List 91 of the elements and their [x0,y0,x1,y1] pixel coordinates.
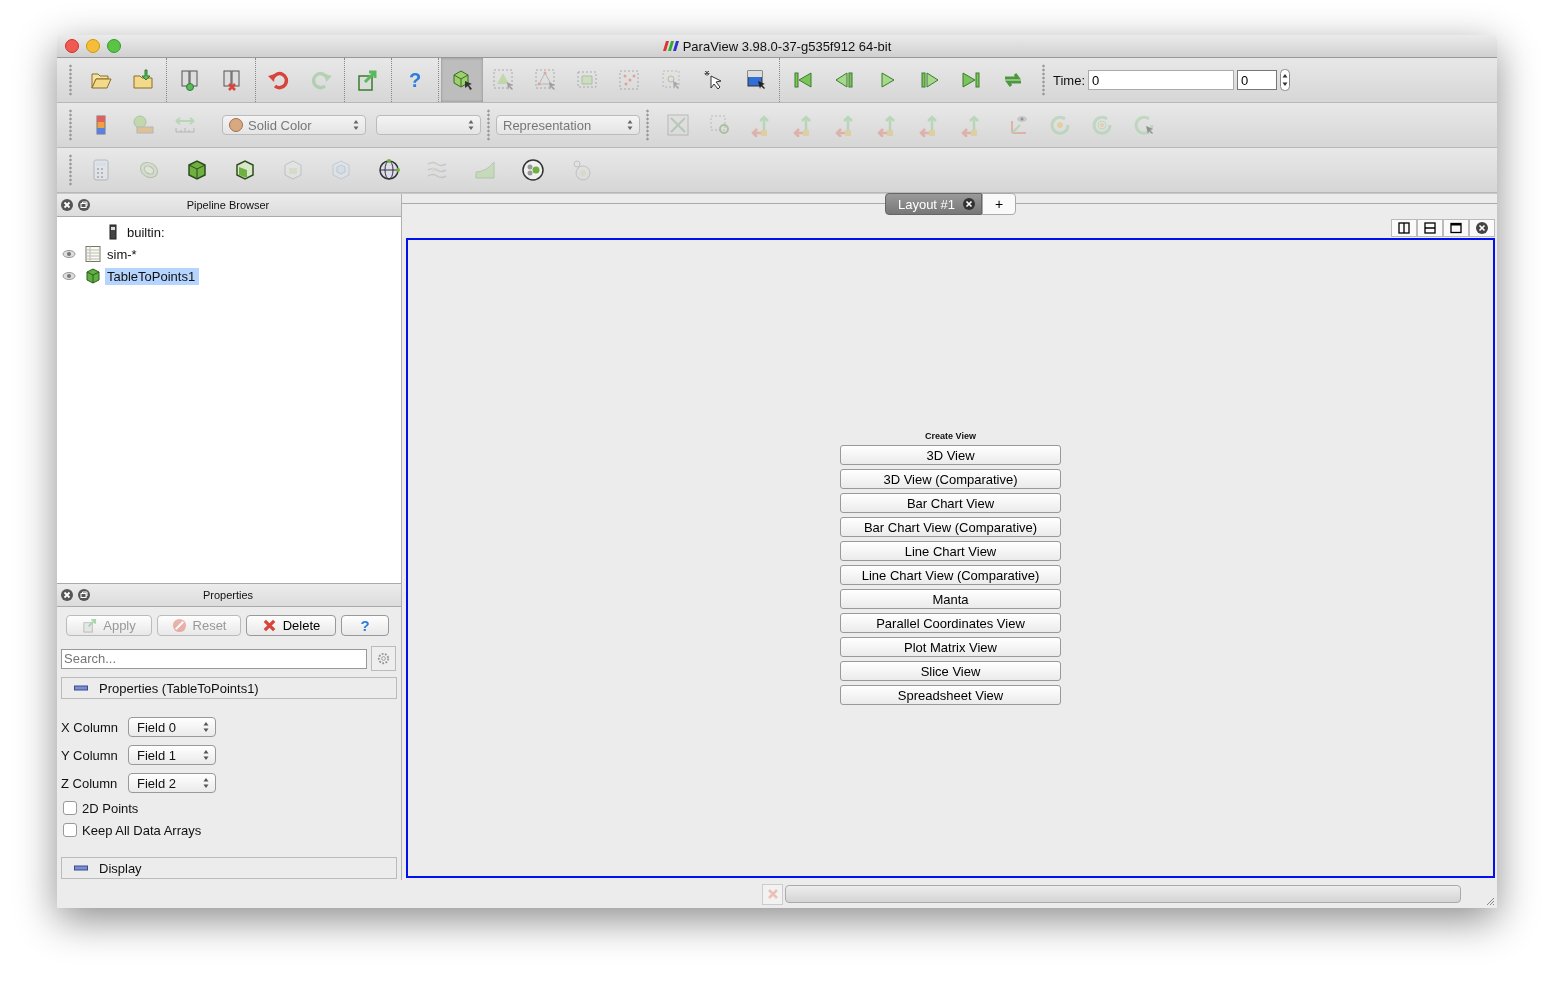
create-view-button[interactable]: 3D View [840,445,1061,465]
updown-arrows-icon [627,119,633,131]
updown-arrows-icon [468,119,474,131]
close-view-button[interactable] [1469,219,1495,237]
stripes-logo-icon [662,41,679,51]
folder-arrow-icon [131,68,155,92]
gradient-box-cursor-icon [744,68,768,92]
box-arrow-icon [356,68,380,92]
rotate-cursor-icon [1132,113,1156,137]
sphere-grid-icon [377,158,401,182]
dropdown[interactable]: Field 1 [128,745,216,765]
create-view-button[interactable]: Line Chart View [840,541,1061,561]
create-view-button[interactable]: Plot Matrix View [840,637,1061,657]
field-label: Y Column [61,747,119,763]
checkbox-label: 2D Points [82,800,139,816]
close-icon[interactable] [61,589,73,601]
layout-tab[interactable]: Layout #1 [884,193,983,215]
split-horizontal-button[interactable] [1391,219,1417,237]
float-icon[interactable] [78,589,90,601]
search-field[interactable]: Search... [61,648,367,669]
box-arrow-icon [82,618,98,633]
circles-group-icon [521,158,545,182]
close-icon[interactable] [61,199,73,211]
maximize-button[interactable] [1443,219,1469,237]
checkbox-label: Keep All Data Arrays [82,822,202,838]
pipeline-item[interactable]: builtin: [125,223,169,241]
create-view-button[interactable]: Slice View [840,661,1061,681]
split-rows-icon [1424,222,1436,234]
color-swatch-icon [229,118,243,132]
resize-grip-icon[interactable] [1485,896,1495,906]
dashed-grid-points-icon [618,68,642,92]
split-columns-icon [1398,222,1410,234]
create-view-button[interactable]: 3D View (Comparative) [840,469,1061,489]
dropdown[interactable]: Field 2 [128,773,216,793]
settings-button[interactable] [371,646,396,671]
create-view-title: Create View [925,431,976,441]
x-mark-icon [261,618,277,633]
delete-button[interactable]: Delete [246,615,336,636]
panel-title: Properties [201,589,255,601]
close-window-button[interactable] [65,39,79,53]
cube-plane-icon [233,158,257,182]
updown-arrows-icon [203,721,209,733]
updown-arrows-icon [353,119,359,131]
updown-arrows-icon [203,749,209,761]
spinner-arrows-icon[interactable] [1280,69,1291,91]
split-vertical-button[interactable] [1417,219,1443,237]
square-icon [1450,222,1462,234]
float-icon[interactable] [78,199,90,211]
x-mark-icon [766,888,779,900]
close-icon[interactable] [963,198,976,210]
window-title: ParaView 3.98.0-37-g535f912 64-bit [682,38,892,54]
updown-arrows-icon [203,777,209,789]
create-view-button[interactable]: Bar Chart View [840,493,1061,513]
cube-icon [185,158,209,182]
dashed-box-points-icon [534,68,558,92]
settings-icon [376,651,391,666]
field-label: X Column [61,719,120,735]
field-label: Z Column [61,775,119,791]
help-button[interactable]: ? [341,615,389,636]
section-header[interactable]: Display [61,857,397,879]
add-tab-button[interactable]: + [982,193,1017,215]
create-view-button[interactable]: Spreadsheet View [840,685,1061,705]
prohibited-icon [171,618,187,633]
dropdown[interactable]: Field 0 [128,717,216,737]
create-view-button[interactable]: Line Chart View (Comparative) [840,565,1061,585]
checkbox[interactable] [63,801,77,815]
create-view-button[interactable]: Parallel Coordinates View [840,613,1061,633]
section-title: Display [99,860,142,876]
section-header[interactable]: Properties (TableToPoints1) [61,677,397,699]
spreadsheet-icon [85,246,101,262]
time-field[interactable]: 0 [1088,70,1235,90]
rotate-dot-icon [1048,113,1072,137]
create-view-button[interactable]: Bar Chart View (Comparative) [840,517,1061,537]
timestep-field[interactable]: 0 [1237,70,1278,90]
checkbox[interactable] [63,823,77,837]
pipeline-item[interactable]: sim-* [105,245,141,263]
close-icon [1476,222,1488,234]
eye-icon[interactable] [62,249,76,259]
time-label: Time: [1053,72,1086,88]
cube-cursor-icon [450,68,474,92]
cube-icon [85,268,101,284]
create-view-button[interactable]: Manta [840,589,1061,609]
zoom-window-button[interactable] [107,39,121,53]
dashed-box-magnifier-icon [708,113,732,137]
panel-title: Pipeline Browser [185,199,271,211]
sphere-gradient-icon [131,113,155,137]
pipeline-item[interactable]: TableToPoints1 [105,267,200,285]
eye-icon[interactable] [62,271,76,281]
minimize-window-button[interactable] [86,39,100,53]
section-title: Properties (TableToPoints1) [99,680,259,696]
rotate-target-icon [1090,113,1114,137]
